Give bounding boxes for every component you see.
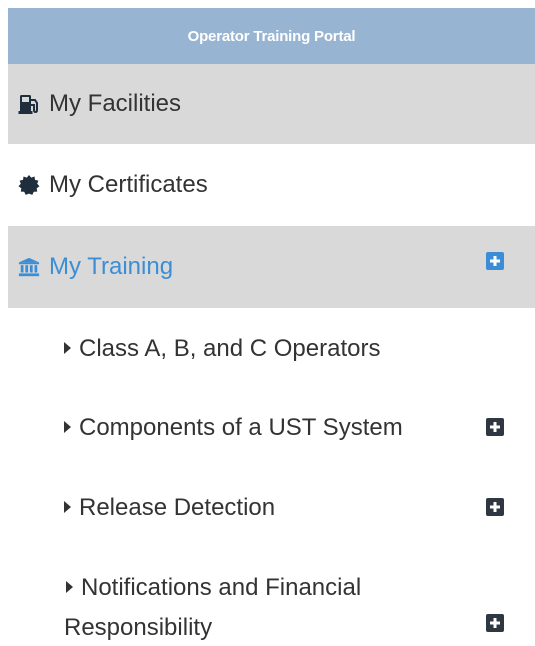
caret-right-icon bbox=[64, 421, 71, 433]
ust-components-expand-icon[interactable] bbox=[486, 418, 504, 436]
nav-label-my-facilities: My Facilities bbox=[49, 90, 182, 117]
portal-header: Operator Training Portal bbox=[8, 8, 535, 64]
training-item-notifications[interactable]: Notifications and Financial Responsibili… bbox=[64, 568, 484, 646]
training-item-ust-components[interactable]: Components of a UST System bbox=[64, 408, 515, 448]
training-item-label: Components of a UST System bbox=[79, 414, 403, 441]
nav-item-my-facilities[interactable]: My Facilities bbox=[8, 64, 535, 144]
training-item-label-line1: Notifications and Financial bbox=[81, 574, 362, 601]
training-portal-sidebar: Operator Training Portal My Facilities M… bbox=[0, 0, 535, 646]
portal-title: Operator Training Portal bbox=[187, 27, 356, 45]
notifications-expand-icon[interactable] bbox=[486, 614, 504, 632]
caret-right-icon bbox=[66, 581, 73, 593]
training-item-label-line2: Responsibility bbox=[64, 614, 213, 641]
caret-right-icon bbox=[64, 342, 71, 354]
training-item-label: Class A, B, and C Operators bbox=[79, 335, 381, 362]
gas-pump-icon bbox=[18, 93, 40, 115]
certificate-icon bbox=[18, 174, 40, 196]
nav-label-my-certificates: My Certificates bbox=[49, 171, 208, 198]
training-item-release-detection[interactable]: Release Detection bbox=[64, 488, 515, 528]
training-item-label: Release Detection bbox=[79, 494, 276, 521]
nav-item-my-training[interactable]: My Training bbox=[8, 226, 535, 308]
release-detection-expand-icon[interactable] bbox=[486, 498, 504, 516]
caret-right-icon bbox=[64, 501, 71, 513]
my-training-expand-icon[interactable] bbox=[486, 252, 504, 270]
nav-label-my-training: My Training bbox=[49, 253, 174, 280]
institution-icon bbox=[18, 256, 40, 278]
training-item-class-operators[interactable]: Class A, B, and C Operators bbox=[64, 329, 515, 369]
nav-item-my-certificates[interactable]: My Certificates bbox=[8, 144, 535, 226]
